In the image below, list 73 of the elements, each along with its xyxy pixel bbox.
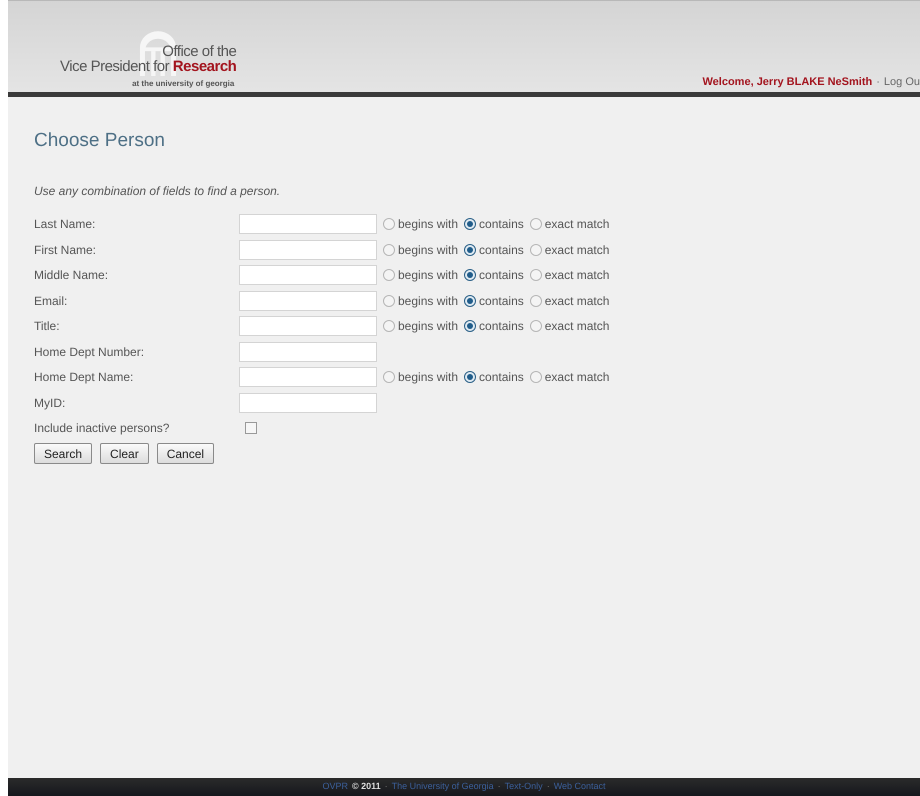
radio-button[interactable] — [530, 320, 542, 332]
radio-button[interactable] — [383, 320, 395, 332]
text-field[interactable] — [239, 290, 377, 311]
logo-text: Office of the — [162, 44, 236, 59]
radio-label: contains — [479, 292, 524, 310]
text-field[interactable] — [239, 392, 377, 413]
footer-link[interactable]: Text-Only — [504, 780, 543, 794]
radio-label: contains — [479, 216, 524, 234]
text-field[interactable] — [239, 214, 377, 234]
text-field[interactable] — [239, 265, 377, 286]
radio-label: begins with — [398, 292, 458, 310]
separator-text: · — [384, 780, 388, 794]
form-button[interactable]: Clear — [100, 443, 149, 464]
separator-text: · — [546, 780, 550, 794]
footer-link[interactable]: The University of Georgia — [392, 780, 494, 794]
radio-button[interactable] — [383, 294, 395, 307]
radio-button[interactable] — [530, 244, 542, 256]
radio-label: contains — [479, 267, 524, 284]
radio-button[interactable] — [464, 320, 476, 332]
radio-button[interactable] — [530, 218, 542, 230]
radio-label: begins with — [398, 369, 458, 386]
radio-button[interactable] — [530, 294, 542, 307]
radio-label: exact match — [544, 242, 610, 259]
radio-label: begins with — [398, 242, 458, 259]
field-label: Email: — [34, 292, 68, 310]
copyright-text: © 2011 — [352, 780, 381, 794]
intro-text: Use any combination of fields to find a person. — [34, 182, 282, 200]
field-label: Title: — [34, 318, 61, 336]
field-label: MyID: — [34, 394, 66, 412]
radio-button[interactable] — [530, 269, 542, 282]
radio-label: contains — [479, 369, 524, 386]
radio-button[interactable] — [383, 371, 395, 384]
field-label: Include inactive persons? — [34, 420, 170, 438]
separator-text: · — [498, 780, 501, 794]
radio-label: begins with — [398, 318, 458, 336]
radio-button[interactable] — [464, 244, 476, 256]
radio-button[interactable] — [464, 269, 476, 282]
field-label: First Name: — [34, 242, 98, 259]
footer-link[interactable]: Web Contact — [554, 780, 606, 794]
field-label: Home Dept Number: — [34, 344, 146, 361]
text-field[interactable] — [239, 316, 377, 336]
separator-text: · — [876, 74, 880, 90]
text-field[interactable] — [239, 342, 377, 362]
radio-label: begins with — [398, 216, 458, 234]
radio-button[interactable] — [383, 269, 395, 282]
radio-label: exact match — [544, 318, 610, 336]
radio-label: contains — [479, 318, 524, 336]
footer-link[interactable]: OVPR — [322, 780, 348, 794]
radio-label: exact match — [544, 292, 610, 310]
radio-button[interactable] — [383, 244, 395, 256]
radio-button[interactable] — [530, 371, 542, 384]
field-label: Home Dept Name: — [34, 369, 134, 386]
radio-button[interactable] — [383, 218, 395, 230]
logout-link[interactable]: Log Ou — [884, 74, 920, 90]
text-field[interactable] — [239, 240, 377, 260]
radio-button[interactable] — [464, 371, 476, 384]
radio-label: exact match — [544, 216, 610, 234]
text-field[interactable] — [239, 367, 377, 388]
radio-label: exact match — [544, 267, 610, 284]
form-button[interactable]: Cancel — [156, 443, 214, 464]
radio-label: begins with — [398, 267, 458, 284]
form-button[interactable]: Search — [34, 443, 92, 464]
logo-tagline: at the university of georgia — [132, 80, 234, 88]
field-label: Last Name: — [34, 216, 96, 234]
logo-text: Vice President for Research — [60, 59, 236, 74]
radio-label: exact match — [544, 369, 610, 386]
radio-label: contains — [479, 242, 524, 259]
checkbox[interactable] — [245, 422, 257, 434]
page-title: Choose Person — [34, 129, 166, 153]
radio-button[interactable] — [464, 218, 476, 230]
radio-button[interactable] — [464, 294, 476, 307]
field-label: Middle Name: — [34, 267, 110, 284]
welcome-text: Welcome, Jerry BLAKE NeSmith — [702, 74, 872, 90]
